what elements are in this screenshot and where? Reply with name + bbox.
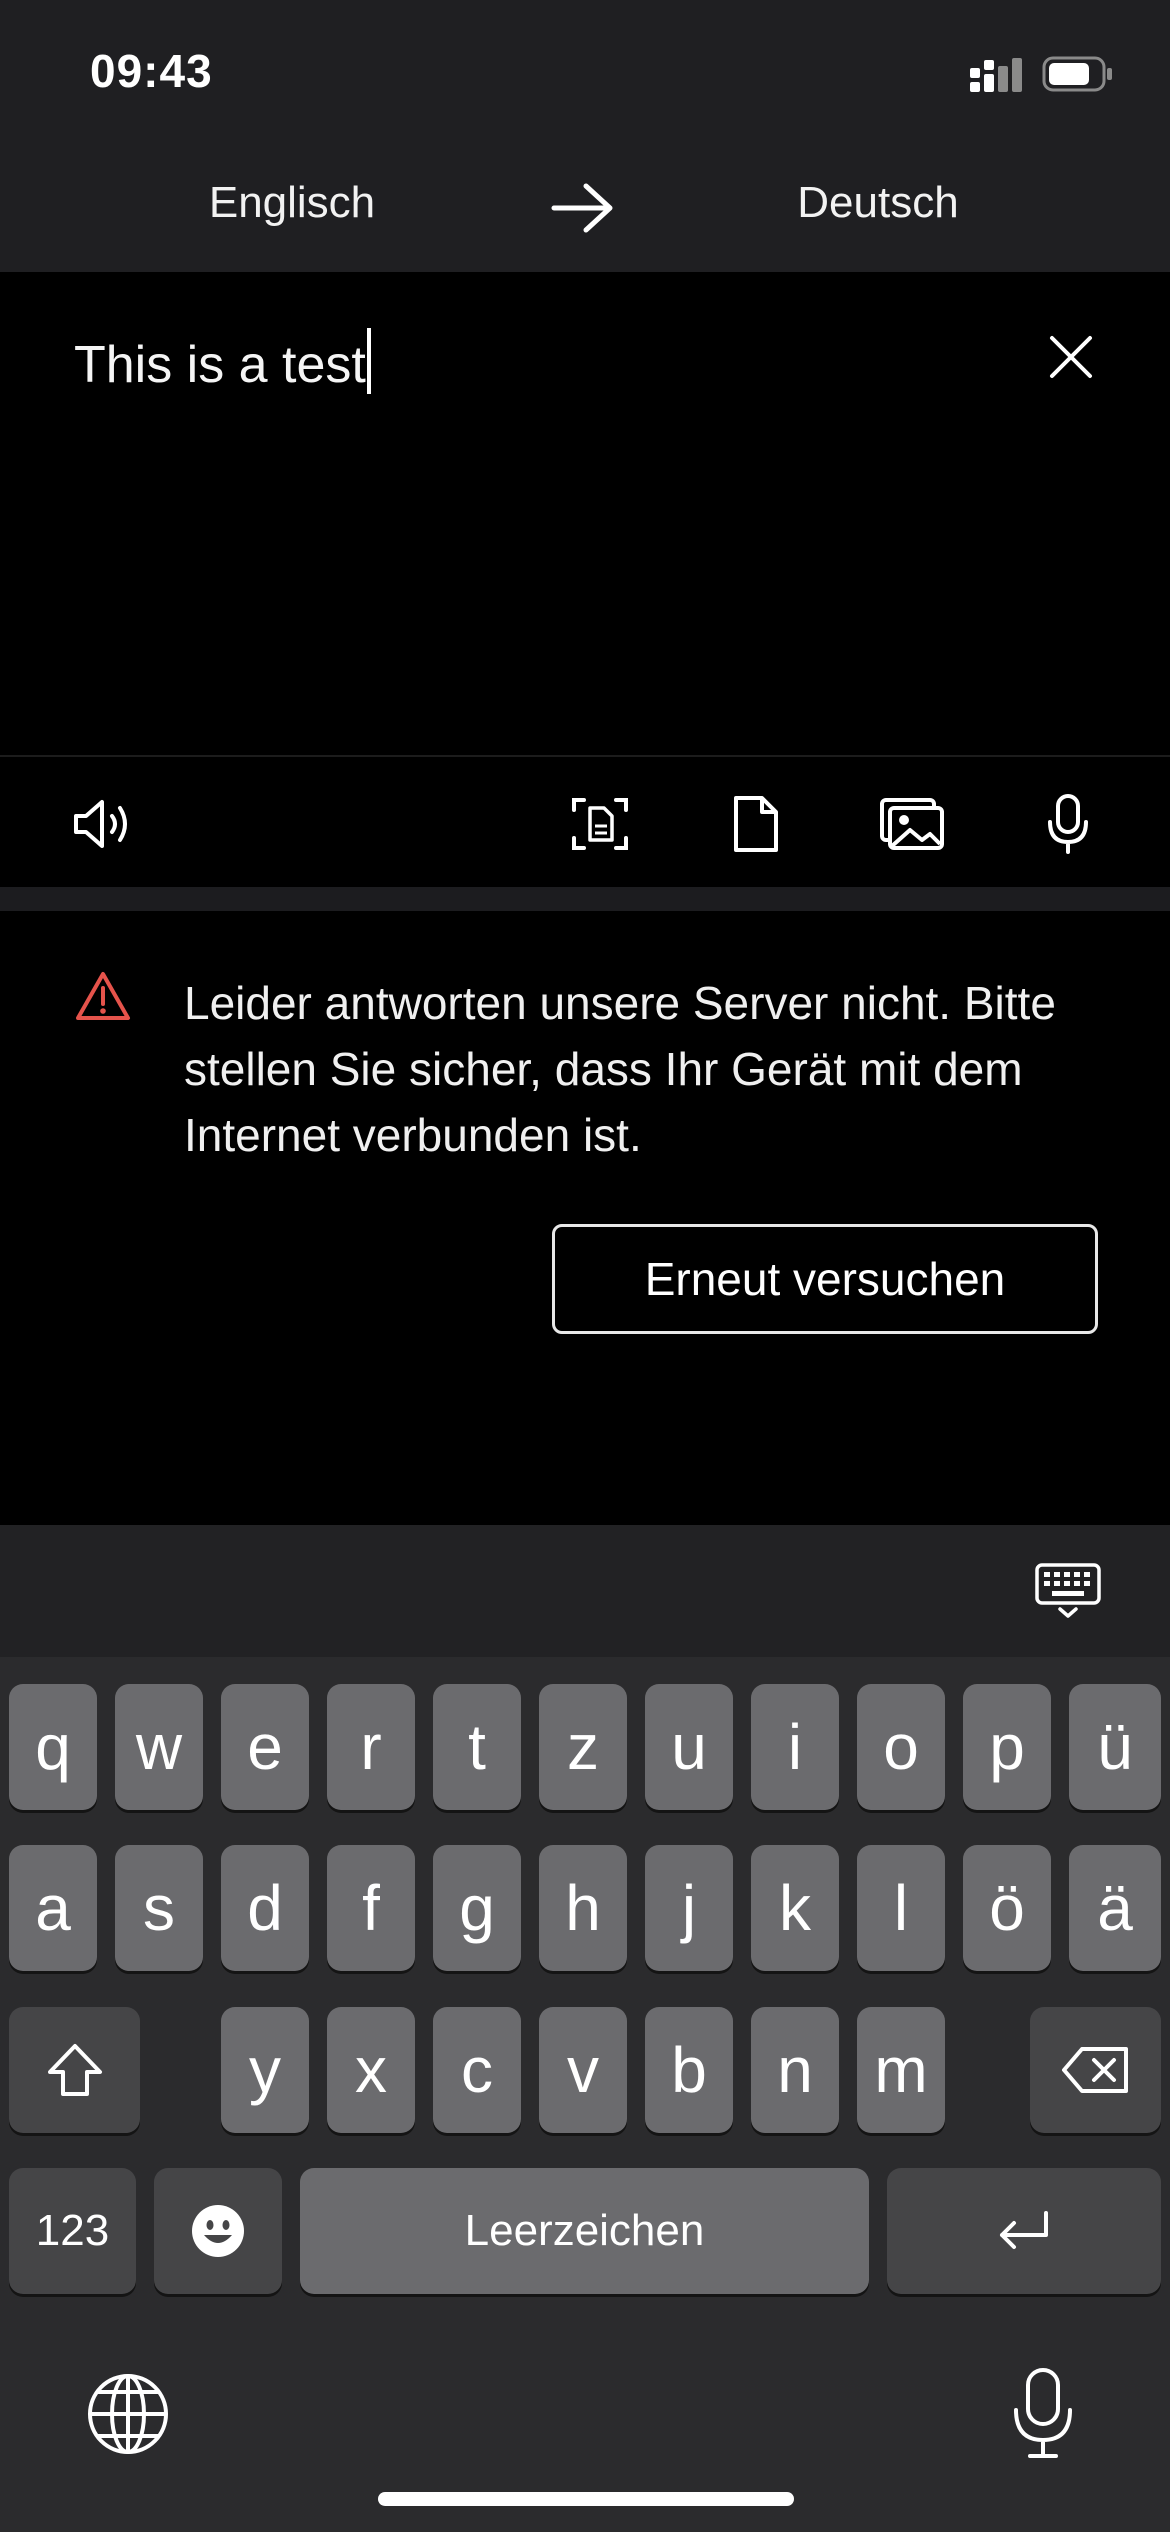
keyboard-dismiss-icon[interactable] [1034, 1562, 1102, 1620]
emoji-icon [190, 2203, 246, 2259]
source-language-selector[interactable]: Englisch [82, 178, 502, 228]
return-key[interactable] [887, 2168, 1161, 2294]
key[interactable]: n [751, 2007, 839, 2133]
shift-key[interactable] [9, 2007, 140, 2133]
key[interactable]: g [433, 1845, 521, 1971]
speaker-icon[interactable] [66, 788, 138, 860]
key[interactable]: t [433, 1684, 521, 1810]
backspace-key[interactable] [1030, 2007, 1161, 2133]
backspace-icon [1060, 2045, 1132, 2095]
signal-icon [968, 56, 1024, 96]
key[interactable]: q [9, 1684, 97, 1810]
scan-text-icon[interactable] [564, 788, 636, 860]
key[interactable]: ü [1069, 1684, 1161, 1810]
battery-icon [1042, 56, 1114, 92]
key[interactable]: p [963, 1684, 1051, 1810]
keyboard-toolbar [0, 1525, 1170, 1657]
key[interactable]: z [539, 1684, 627, 1810]
image-icon[interactable] [876, 788, 948, 860]
return-icon [994, 2209, 1054, 2253]
globe-icon[interactable] [86, 2372, 170, 2456]
document-icon[interactable] [720, 788, 792, 860]
swap-arrow-icon[interactable] [548, 178, 620, 238]
text-caret [366, 328, 371, 394]
key[interactable]: f [327, 1845, 415, 1971]
key[interactable]: e [221, 1684, 309, 1810]
key[interactable]: u [645, 1684, 733, 1810]
key[interactable]: c [433, 2007, 521, 2133]
section-separator [0, 887, 1170, 911]
key[interactable]: m [857, 2007, 945, 2133]
key[interactable]: k [751, 1845, 839, 1971]
key[interactable]: w [115, 1684, 203, 1810]
key[interactable]: ä [1069, 1845, 1161, 1971]
key[interactable]: h [539, 1845, 627, 1971]
key[interactable]: d [221, 1845, 309, 1971]
retry-button[interactable]: Erneut versuchen [552, 1224, 1098, 1334]
source-text-input[interactable]: This is a test [74, 328, 371, 395]
home-indicator[interactable] [378, 2492, 794, 2506]
key[interactable]: s [115, 1845, 203, 1971]
dictation-icon[interactable] [1010, 2366, 1076, 2460]
microphone-icon[interactable] [1032, 788, 1104, 860]
key[interactable]: r [327, 1684, 415, 1810]
key[interactable]: a [9, 1845, 97, 1971]
error-message: Leider antworten unsere Server nicht. Bi… [184, 977, 1056, 1161]
target-language-selector[interactable]: Deutsch [668, 178, 1088, 228]
key[interactable]: ö [963, 1845, 1051, 1971]
source-text: This is a test [74, 336, 366, 394]
key[interactable]: l [857, 1845, 945, 1971]
numbers-key[interactable]: 123 [9, 2168, 136, 2294]
emoji-key[interactable] [154, 2168, 282, 2294]
key[interactable]: b [645, 2007, 733, 2133]
key[interactable]: x [327, 2007, 415, 2133]
status-time: 09:43 [90, 45, 213, 97]
key[interactable]: y [221, 2007, 309, 2133]
key[interactable]: o [857, 1684, 945, 1810]
close-icon[interactable] [1044, 330, 1098, 384]
key[interactable]: v [539, 2007, 627, 2133]
key[interactable]: i [751, 1684, 839, 1810]
shift-icon [45, 2041, 105, 2099]
warning-icon [74, 970, 132, 1022]
space-key[interactable]: Leerzeichen [300, 2168, 869, 2294]
key[interactable]: j [645, 1845, 733, 1971]
